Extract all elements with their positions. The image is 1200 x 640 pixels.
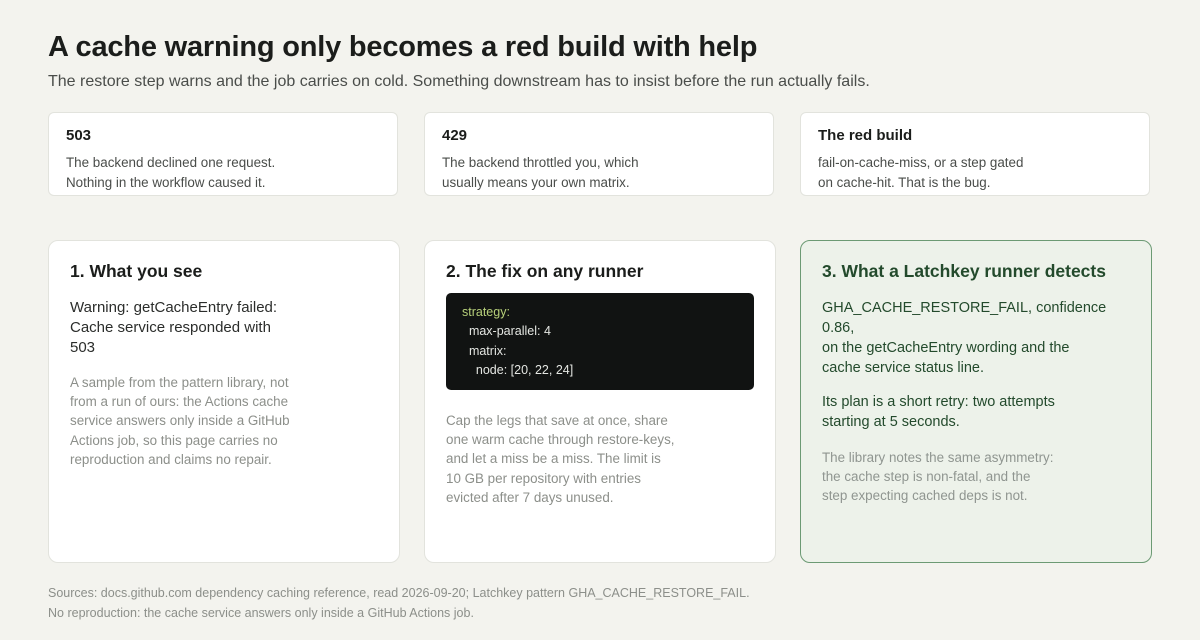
note-line: 10 GB per repository with entries: [446, 470, 641, 486]
plan-line: Its plan is a short retry: two attempts: [822, 394, 1055, 410]
reproduction-note: No reproduction: the cache service answe…: [48, 606, 474, 620]
stat-line: The backend declined one request.: [66, 155, 276, 170]
sources-line: Sources: docs.github.com dependency cach…: [48, 586, 750, 600]
panel-note: A sample from the pattern library, not f…: [70, 373, 378, 469]
stat-heading: 503: [66, 127, 92, 144]
page-subtitle: The restore step warns and the job carri…: [48, 73, 870, 90]
panel-title: 3. What a Latchkey runner detects: [822, 261, 1106, 281]
warning-line: Warning: getCacheEntry failed:: [70, 299, 278, 316]
stat-heading: 429: [442, 127, 468, 144]
retry-plan: Its plan is a short retry: two attempts …: [822, 392, 1130, 432]
plan-line: starting at 5 seconds.: [822, 414, 960, 430]
note-line: reproduction and claims no repair.: [70, 451, 272, 467]
detection-line: on the getCacheEntry wording and the: [822, 340, 1070, 356]
note-line: evicted after 7 days unused.: [446, 489, 614, 505]
note-line: Actions job, so this page carries no: [70, 432, 278, 448]
code-line: max-parallel: 4: [462, 324, 551, 339]
sources-footer: Sources: docs.github.com dependency cach…: [48, 583, 750, 623]
panel-title: 2. The fix on any runner: [446, 261, 644, 281]
note-line: one warm cache through restore-keys,: [446, 432, 675, 448]
note-line: Cap the legs that save at once, share: [446, 413, 668, 428]
code-line: node: [20, 22, 24]: [462, 362, 574, 377]
page-title: A cache warning only becomes a red build…: [48, 31, 758, 63]
panel-note: Cap the legs that save at once, share on…: [446, 411, 754, 507]
panel-fix: 2. The fix on any runner strategy: max-p…: [424, 240, 776, 563]
stat-card-red-build: The red build fail-on-cache-miss, or a s…: [800, 112, 1150, 196]
detection-line: GHA_CACHE_RESTORE_FAIL, confidence 0.86,: [822, 300, 1107, 336]
stat-card-503: 503 The backend declined one request. No…: [48, 112, 398, 196]
code-line: matrix:: [462, 343, 507, 358]
panel-what-you-see: 1. What you see Warning: getCacheEntry f…: [48, 240, 400, 563]
warning-line: Cache service responded with: [70, 319, 271, 336]
code-block: strategy: max-parallel: 4 matrix: node: …: [446, 293, 754, 390]
note-line: from a run of ours: the Actions cache: [70, 394, 289, 410]
stat-card-429: 429 The backend throttled you, which usu…: [424, 112, 774, 196]
note-line: the cache step is non-fatal, and the: [822, 469, 1031, 485]
note-line: The library notes the same asymmetry:: [822, 450, 1054, 465]
note-line: A sample from the pattern library, not: [70, 375, 289, 390]
note-line: and let a miss be a miss. The limit is: [446, 451, 661, 467]
detection-line: cache service status line.: [822, 360, 984, 376]
stat-line: fail-on-cache-miss, or a step gated: [818, 155, 1024, 170]
stat-line: Nothing in the workflow caused it.: [66, 175, 266, 190]
note-line: service answers only inside a GitHub: [70, 413, 290, 429]
stat-line: on cache-hit. That is the bug.: [818, 175, 991, 190]
stat-line: usually means your own matrix.: [442, 175, 630, 190]
note-line: step expecting cached deps is not.: [822, 488, 1028, 504]
panel-latchkey-detects: 3. What a Latchkey runner detects GHA_CA…: [800, 240, 1152, 563]
warning-message: Warning: getCacheEntry failed: Cache ser…: [70, 298, 378, 358]
code-line: strategy:: [462, 305, 510, 319]
warning-line: 503: [70, 339, 96, 356]
panel-title: 1. What you see: [70, 261, 203, 281]
detection-summary: GHA_CACHE_RESTORE_FAIL, confidence 0.86,…: [822, 298, 1130, 378]
stat-line: The backend throttled you, which: [442, 155, 639, 170]
panel-note: The library notes the same asymmetry: th…: [822, 448, 1130, 506]
stat-heading: The red build: [818, 127, 913, 144]
